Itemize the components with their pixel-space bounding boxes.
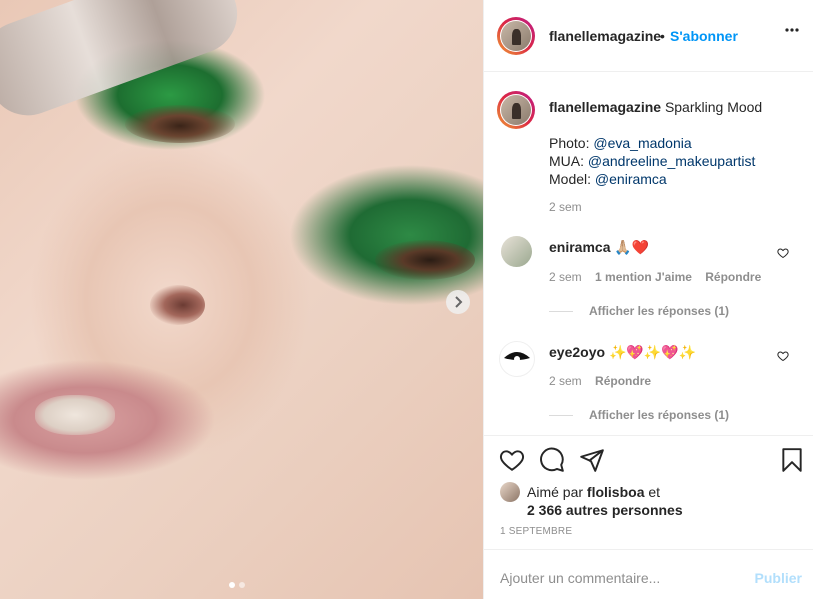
post-date[interactable]: 1 SEPTEMBRE <box>500 526 572 537</box>
bookmark-save-icon[interactable] <box>780 447 804 473</box>
more-options-icon[interactable] <box>784 22 800 43</box>
replies-divider <box>549 415 573 416</box>
heart-outline-icon[interactable] <box>777 350 789 362</box>
likes-count[interactable]: 2 366 autres personnes <box>527 501 683 519</box>
comment-likes[interactable]: 1 mention J'aime <box>595 270 692 284</box>
comment-body: 🙏🏼❤️ <box>614 239 650 255</box>
caption-credits: Photo: @eva_madonia MUA: @andreeline_mak… <box>549 134 755 188</box>
photo-eye-left <box>125 105 235 143</box>
liker-avatar[interactable] <box>500 482 520 502</box>
comment-time[interactable]: 2 sem <box>549 374 582 388</box>
share-paper-plane-icon[interactable] <box>579 447 605 473</box>
photo-eye-right <box>375 240 475 280</box>
comment-meta: 2 sem Répondre <box>549 374 651 388</box>
author-avatar[interactable] <box>497 17 535 55</box>
comment-avatar[interactable] <box>499 341 535 377</box>
view-replies-button[interactable]: Afficher les réponses (1) <box>589 408 729 422</box>
likes-mid: et <box>644 484 661 500</box>
comment-body: ✨💖✨💖✨ <box>608 344 697 360</box>
replies-divider <box>549 311 573 312</box>
like-heart-icon[interactable] <box>499 447 525 473</box>
reply-button[interactable]: Répondre <box>595 374 651 388</box>
add-comment-input[interactable]: Ajouter un commentaire... <box>500 570 660 586</box>
photo-nose <box>150 285 205 325</box>
chevron-right-icon <box>455 296 463 308</box>
reply-button[interactable]: Répondre <box>705 270 761 284</box>
heart-outline-icon[interactable] <box>777 247 789 259</box>
photo-lips <box>35 395 115 435</box>
post-header: flanellemagazine • S'abonner <box>484 0 813 72</box>
comments-scroll-area[interactable]: flanellemagazine Sparkling Mood Photo: @… <box>484 72 813 434</box>
carousel-dot <box>239 582 245 588</box>
likes-prefix: Aimé par <box>527 484 587 500</box>
follow-button[interactable]: S'abonner <box>670 28 738 44</box>
mention-photo[interactable]: @eva_madonia <box>593 135 691 151</box>
caption-username[interactable]: flanellemagazine <box>549 99 661 115</box>
credit-mua-label: MUA: <box>549 153 588 169</box>
likes-summary: Aimé par flolisboa et 2 366 autres perso… <box>527 483 683 519</box>
caption-body: Sparkling Mood <box>664 99 763 115</box>
comment-text: eye2oyo ✨💖✨💖✨ <box>549 344 696 361</box>
caption-time[interactable]: 2 sem <box>549 200 582 214</box>
add-comment-bar: Ajouter un commentaire... Publier <box>484 549 813 600</box>
comment-bubble-icon[interactable] <box>539 447 565 473</box>
comment-username[interactable]: eye2oyo <box>549 344 605 360</box>
credit-photo-label: Photo: <box>549 135 594 151</box>
view-replies-button[interactable]: Afficher les réponses (1) <box>589 304 729 318</box>
comment-meta: 2 sem 1 mention J'aime Répondre <box>549 270 761 284</box>
comment-username[interactable]: eniramca <box>549 239 610 255</box>
comment-avatar[interactable] <box>501 236 532 267</box>
caption-text: flanellemagazine Sparkling Mood <box>549 98 799 116</box>
mention-mua[interactable]: @andreeline_makeupartist <box>588 153 756 169</box>
author-username[interactable]: flanellemagazine <box>549 28 661 44</box>
carousel-indicator <box>229 582 245 588</box>
eye-logo-icon <box>504 352 530 362</box>
publish-button[interactable]: Publier <box>755 570 802 586</box>
comment-text: eniramca 🙏🏼❤️ <box>549 239 649 256</box>
caption-avatar[interactable] <box>497 91 535 129</box>
post-side-panel: flanellemagazine • S'abonner flanellemag… <box>483 0 813 599</box>
credit-model-label: Model: <box>549 171 595 187</box>
carousel-dot-active <box>229 582 235 588</box>
liker-username[interactable]: flolisboa <box>587 484 645 500</box>
comment-time[interactable]: 2 sem <box>549 270 582 284</box>
actions-divider <box>484 435 813 437</box>
header-separator: • <box>660 28 665 44</box>
post-photo[interactable] <box>0 0 483 599</box>
mention-model[interactable]: @eniramca <box>595 171 667 187</box>
carousel-next-button[interactable] <box>446 290 470 314</box>
